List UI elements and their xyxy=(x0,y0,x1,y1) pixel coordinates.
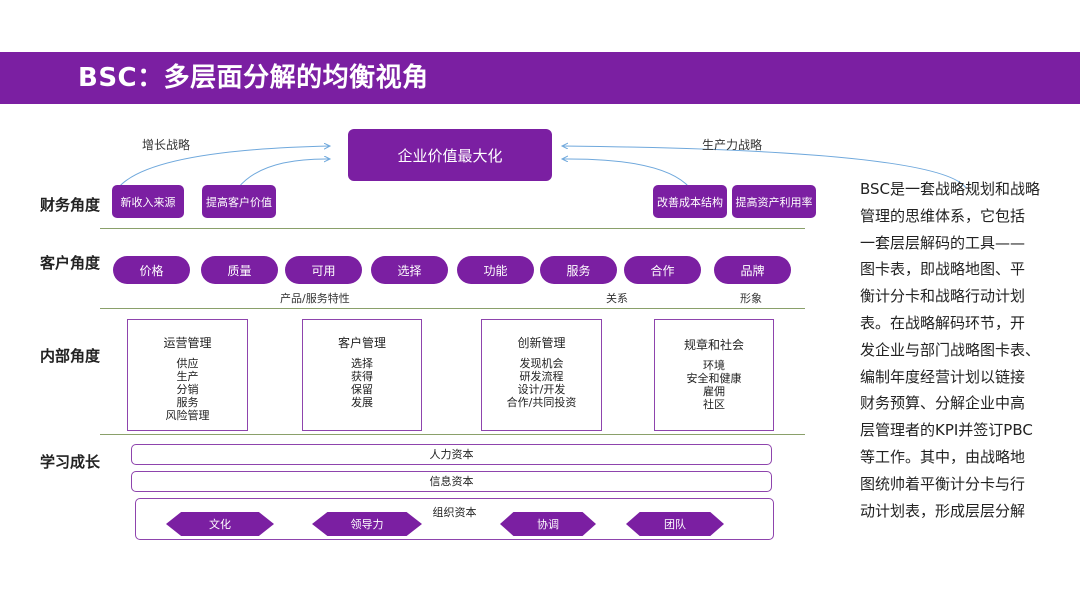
customer-pill-service: 服务 xyxy=(540,256,617,284)
internal-box-operations: 运营管理 供应 生产 分销 服务 风险管理 xyxy=(127,319,248,431)
customer-pill-function: 功能 xyxy=(457,256,534,284)
description-line: 管理的思维体系，它包括 xyxy=(860,206,1026,225)
finance-box-cost-structure: 改善成本结构 xyxy=(653,185,727,218)
list-item: 服务 xyxy=(176,396,199,409)
row-label-learning: 学习成长 xyxy=(40,453,101,471)
description-line: 图统帅着平衡计分卡与行 xyxy=(860,474,1026,493)
list-item: 选择 xyxy=(351,357,373,370)
description-line: BSC是一套战略规划和战略 xyxy=(860,180,1041,198)
customer-pill-partnership: 合作 xyxy=(624,256,701,284)
internal-box-innovation: 创新管理 发现机会 研发流程 设计/开发 合作/共同投资 xyxy=(481,319,602,431)
org-element-coordination: 协调 xyxy=(500,512,596,536)
customer-group-image: 形象 xyxy=(740,292,762,305)
divider-finance xyxy=(100,228,805,229)
list-item: 获得 xyxy=(351,370,373,383)
description-line: 财务预算、分解企业中高 xyxy=(860,394,1026,413)
list-item: 发展 xyxy=(351,396,373,409)
internal-box-title: 规章和社会 xyxy=(683,338,744,352)
list-item: 社区 xyxy=(703,398,725,411)
description-line: 表。在战略解码环节，开 xyxy=(860,313,1026,332)
list-item: 安全和健康 xyxy=(686,372,742,385)
growth-strategy-label: 增长战略 xyxy=(142,138,191,152)
customer-pill-quality: 质量 xyxy=(201,256,278,284)
org-element-team: 团队 xyxy=(626,512,724,536)
bsc-description: BSC是一套战略规划和战略 管理的思维体系，它包括 一套层层解码的工具—— 图卡… xyxy=(860,176,1054,524)
description-line: 动计划表，形成层层分解 xyxy=(860,501,1026,520)
divider-internal xyxy=(100,434,805,435)
divider-customer xyxy=(100,308,805,309)
customer-group-relationship: 关系 xyxy=(606,292,628,305)
internal-box-title: 创新管理 xyxy=(517,336,566,350)
arrow-left-inner xyxy=(237,159,330,189)
list-item: 分销 xyxy=(176,383,199,396)
row-label-customer: 客户角度 xyxy=(40,254,101,272)
finance-box-customer-value: 提高客户价值 xyxy=(202,185,276,218)
productivity-strategy-label: 生产力战略 xyxy=(702,138,763,152)
customer-group-product: 产品/服务特性 xyxy=(280,292,350,305)
description-line: 层管理者的KPI并签订PBC xyxy=(860,421,1033,440)
description-line: 一套层层解码的工具—— xyxy=(860,233,1026,252)
list-item: 雇佣 xyxy=(703,385,725,398)
list-item: 设计/开发 xyxy=(517,383,566,396)
list-item: 生产 xyxy=(176,370,199,383)
description-line: 衡计分卡和战略行动计划 xyxy=(860,287,1026,306)
list-item: 保留 xyxy=(351,383,373,396)
finance-box-new-revenue: 新收入来源 xyxy=(112,185,184,218)
list-item: 风险管理 xyxy=(165,409,210,422)
list-item: 发现机会 xyxy=(519,357,564,370)
description-line: 等工作。其中，由战略地 xyxy=(860,447,1026,466)
customer-pill-selection: 选择 xyxy=(371,256,448,284)
description-line: 图卡表，即战略地图、平 xyxy=(860,260,1026,279)
list-item: 研发流程 xyxy=(519,370,564,383)
customer-pill-availability: 可用 xyxy=(285,256,362,284)
internal-box-regulatory-social: 规章和社会 环境 安全和健康 雇佣 社区 xyxy=(654,319,774,431)
arrow-right-inner xyxy=(562,159,691,189)
human-capital-box: 人力资本 xyxy=(131,444,772,465)
org-element-culture: 文化 xyxy=(166,512,274,536)
internal-box-title: 客户管理 xyxy=(337,336,386,350)
description-line: 编制年度经营计划以链接 xyxy=(860,367,1026,386)
list-item: 供应 xyxy=(176,357,199,370)
customer-pill-price: 价格 xyxy=(113,256,190,284)
internal-box-customer-management: 客户管理 选择 获得 保留 发展 xyxy=(302,319,422,431)
list-item: 合作/共同投资 xyxy=(506,396,577,409)
row-label-finance: 财务角度 xyxy=(40,196,101,214)
enterprise-value-box: 企业价值最大化 xyxy=(348,129,552,181)
information-capital-box: 信息资本 xyxy=(131,471,772,492)
customer-pill-brand: 品牌 xyxy=(714,256,791,284)
finance-box-asset-utilization: 提高资产利用率 xyxy=(732,185,816,218)
org-element-leadership: 领导力 xyxy=(312,512,422,536)
row-label-internal: 内部角度 xyxy=(40,347,101,365)
list-item: 环境 xyxy=(703,359,725,372)
internal-box-title: 运营管理 xyxy=(163,336,212,350)
description-line: 发企业与部门战略图卡表、 xyxy=(860,340,1041,359)
